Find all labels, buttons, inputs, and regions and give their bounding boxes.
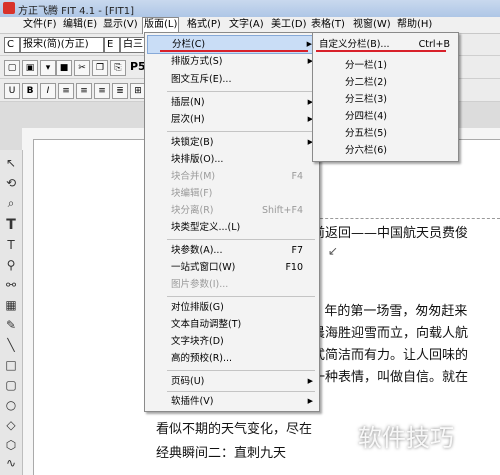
- menu-separator: [167, 296, 315, 297]
- menu-item-typeset-mode[interactable]: 排版方式(S) ▶: [147, 53, 317, 70]
- link-tool-icon[interactable]: ⚲: [4, 258, 18, 272]
- body-text-line: 前返回——中国航天员费俊: [312, 226, 469, 241]
- unlink-tool-icon[interactable]: ⚯: [4, 278, 18, 292]
- copy-icon[interactable]: ❐: [92, 60, 108, 76]
- text-block-border: [310, 218, 500, 220]
- menu-window[interactable]: 视窗(W): [352, 18, 392, 32]
- menu-item-plugins[interactable]: 软插件(V) ▶: [147, 393, 317, 410]
- italic-button[interactable]: I: [40, 83, 56, 99]
- annotation-underline: [160, 50, 308, 52]
- pointer-tool-icon[interactable]: ↖: [4, 156, 18, 170]
- menu-separator: [167, 91, 315, 92]
- cut-icon[interactable]: ✂: [74, 60, 90, 76]
- menu-item-text-wrap[interactable]: 图文互斥(E)...: [147, 71, 317, 88]
- underline-icon[interactable]: U: [4, 83, 20, 99]
- menu-item-block-split[interactable]: 块分离(R) Shift+F4: [147, 202, 317, 219]
- open-file-icon[interactable]: ▣: [22, 60, 38, 76]
- menu-item-level[interactable]: 层次(H) ▶: [147, 111, 317, 128]
- menu-item-text-block-align[interactable]: 文字块齐(D): [147, 333, 317, 350]
- menu-item-block-typeset[interactable]: 块排版(O)...: [147, 151, 317, 168]
- watermark: 软件技巧: [358, 424, 454, 452]
- body-text-line: 看似不期的天气变化，尽在: [156, 422, 313, 437]
- menu-file[interactable]: 文件(F): [22, 18, 58, 32]
- zoom-tool-icon[interactable]: ⌕: [4, 196, 18, 210]
- menu-item-block-edit[interactable]: 块编辑(F): [147, 185, 317, 202]
- menu-format[interactable]: 格式(P): [186, 18, 222, 32]
- menu-separator: [167, 131, 315, 132]
- line-tool-icon[interactable]: ╲: [4, 338, 18, 352]
- menu-item-insert-layer[interactable]: 插层(N) ▶: [147, 94, 317, 111]
- submenu-item-four-columns[interactable]: 分四栏(4): [315, 108, 456, 125]
- ellipse-tool-icon[interactable]: ○: [4, 398, 18, 412]
- menu-item-block-params[interactable]: 块参数(A)... F7: [147, 242, 317, 259]
- save-icon[interactable]: ■: [56, 60, 72, 76]
- submenu-item-six-columns[interactable]: 分六栏(6): [315, 142, 456, 159]
- dropdown-icon[interactable]: ▾: [40, 60, 56, 76]
- submenu-item-one-column[interactable]: 分一栏(1): [315, 57, 456, 74]
- paragraph-mark-icon: ↙: [328, 244, 339, 258]
- app-logo-icon: [3, 2, 15, 14]
- justify-icon[interactable]: ≣: [112, 83, 128, 99]
- layout-menu: 分栏(C) ▶ 排版方式(S) ▶ 图文互斥(E)... 插层(N) ▶ 层次(H) ▶…: [144, 32, 320, 412]
- menu-edit[interactable]: 编辑(E): [62, 18, 98, 32]
- menu-item-align-typeset[interactable]: 对位排版(G): [147, 299, 317, 316]
- body-text-line: 经典瞬间二：直刺九天: [156, 446, 287, 461]
- vertical-ruler[interactable]: [22, 139, 34, 475]
- menu-item-one-stop-window[interactable]: 一站式窗口(W) F10: [147, 259, 317, 276]
- menu-item-block-merge[interactable]: 块合并(M) F4: [147, 168, 317, 185]
- submenu-item-three-columns[interactable]: 分三栏(3): [315, 91, 456, 108]
- body-text-line: 式简洁而有力。让人回味的: [312, 348, 469, 363]
- body-text-line: 5 年的第一场雪，匆匆赶来: [312, 304, 468, 319]
- bold-button[interactable]: B: [22, 83, 38, 99]
- menu-view[interactable]: 显示(V): [102, 18, 139, 32]
- submenu-item-two-columns[interactable]: 分二栏(2): [315, 74, 456, 91]
- font-type-prefix-2[interactable]: E: [104, 37, 120, 53]
- annotation-underline: [316, 50, 446, 52]
- menu-item-text-autofit[interactable]: 文本自动调整(T): [147, 316, 317, 333]
- menu-text[interactable]: 文字(A): [228, 18, 265, 32]
- menu-item-page-number[interactable]: 页码(U) ▶: [147, 373, 317, 390]
- menu-separator: [167, 239, 315, 240]
- rectangle-tool-icon[interactable]: □: [4, 358, 18, 372]
- rotate-tool-icon[interactable]: ⟲: [4, 176, 18, 190]
- tool-panel: ↖ ⟲ ⌕ T ꓔ ⚲ ⚯ ▦ ✎ ╲ □ ▢ ○ ◇ ⬡ ∿: [0, 150, 23, 475]
- menu-table[interactable]: 表格(T): [310, 18, 346, 32]
- pen-tool-icon[interactable]: ✎: [4, 318, 18, 332]
- menu-item-image-params[interactable]: 图片参数(I)...: [147, 276, 317, 293]
- window-title: 方正飞腾 FIT 4.1 - [FIT1]: [18, 6, 135, 17]
- menu-help[interactable]: 帮助(H): [396, 18, 433, 32]
- paste-icon[interactable]: ⎘: [110, 60, 126, 76]
- font-family-select[interactable]: 报宋(简)(方正): [20, 37, 104, 53]
- text-tool-icon[interactable]: T: [4, 218, 18, 232]
- align-center-icon[interactable]: ≡: [76, 83, 92, 99]
- align-right-icon[interactable]: ≡: [94, 83, 110, 99]
- menu-art[interactable]: 美工(D): [270, 18, 308, 32]
- font-type-prefix[interactable]: C: [4, 37, 20, 53]
- vertical-text-tool-icon[interactable]: ꓔ: [4, 238, 18, 252]
- menu-separator: [167, 370, 315, 371]
- align-left-icon[interactable]: ≡: [58, 83, 74, 99]
- title-bar: 方正飞腾 FIT 4.1 - [FIT1]: [0, 0, 500, 17]
- menu-item-preflight[interactable]: 高的预校(R)...: [147, 350, 317, 367]
- curve-tool-icon[interactable]: ∿: [4, 456, 18, 470]
- table-tool-icon[interactable]: ▦: [4, 298, 18, 312]
- menu-separator: [167, 391, 315, 392]
- new-file-icon[interactable]: ▢: [4, 60, 20, 76]
- polygon-tool-icon[interactable]: ⬡: [4, 438, 18, 452]
- menu-item-block-type[interactable]: 块类型定义...(L): [147, 219, 317, 236]
- body-text-line: 一种表情，叫做自信。就在: [312, 370, 469, 385]
- submenu-item-five-columns[interactable]: 分五栏(5): [315, 125, 456, 142]
- menu-item-block-lock[interactable]: 块锁定(B) ▶: [147, 134, 317, 151]
- diamond-tool-icon[interactable]: ◇: [4, 418, 18, 432]
- rounded-rect-tool-icon[interactable]: ▢: [4, 378, 18, 392]
- body-text-line: 晨海胜迎雪而立，向载人航: [312, 326, 469, 341]
